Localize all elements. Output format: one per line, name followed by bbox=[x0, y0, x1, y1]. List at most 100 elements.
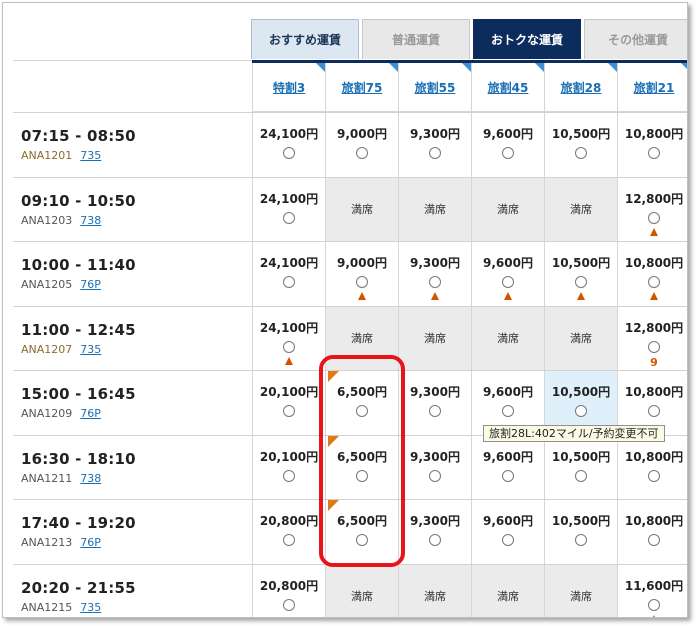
fare-cell[interactable]: 9,300円 bbox=[398, 371, 471, 435]
fare-radio[interactable] bbox=[648, 211, 660, 224]
flight-number: ANA1213 bbox=[21, 536, 73, 549]
fare-radio[interactable] bbox=[356, 147, 368, 159]
fare-cell[interactable]: 12,800円 bbox=[617, 177, 687, 241]
fare-cell[interactable]: 9,600円 bbox=[471, 500, 544, 564]
fare-type-link[interactable]: 旅割75 bbox=[342, 79, 383, 96]
fare-price: 10,800円 bbox=[624, 385, 684, 399]
fare-type-link[interactable]: 旅割55 bbox=[415, 79, 456, 96]
fare-radio[interactable] bbox=[502, 534, 514, 546]
fare-cell[interactable]: 9,300円 bbox=[398, 435, 471, 499]
few-seats-triangle-icon bbox=[650, 227, 658, 236]
fare-cell[interactable]: 9,300円 bbox=[398, 500, 471, 564]
fare-radio[interactable] bbox=[575, 469, 587, 482]
fare-radio[interactable] bbox=[429, 276, 441, 288]
fare-cell[interactable]: 12,800円 9 bbox=[617, 306, 687, 370]
fare-cell[interactable]: 9,600円 bbox=[471, 242, 544, 306]
tab-0[interactable]: おすすめ運賃 bbox=[251, 19, 359, 59]
sold-out-label: 満席 bbox=[497, 203, 519, 217]
fare-cell[interactable]: 10,500円 bbox=[544, 435, 617, 499]
tab-3[interactable]: その他運賃 bbox=[584, 19, 687, 59]
fare-type-link[interactable]: 旅割28 bbox=[561, 79, 602, 96]
fare-radio[interactable] bbox=[648, 147, 660, 159]
fare-radio[interactable] bbox=[648, 534, 660, 546]
fare-radio[interactable] bbox=[648, 469, 660, 482]
fare-radio[interactable] bbox=[429, 405, 441, 417]
flight-info: 10:00 - 11:40 ANA1205 76P bbox=[13, 242, 252, 306]
fare-radio[interactable] bbox=[283, 276, 295, 288]
fare-price: 10,800円 bbox=[624, 127, 684, 141]
sold-out-label: 満席 bbox=[570, 590, 592, 604]
fare-cell-full: 満席 bbox=[398, 306, 471, 370]
few-seats-triangle-icon bbox=[650, 614, 658, 617]
fare-type-link[interactable]: 旅割45 bbox=[488, 79, 529, 96]
fare-cell[interactable]: 20,100円 bbox=[252, 371, 325, 435]
fare-cell[interactable]: 9,600円 bbox=[471, 435, 544, 499]
fare-cell[interactable]: 9,300円 bbox=[398, 242, 471, 306]
fare-radio[interactable] bbox=[502, 469, 514, 482]
fare-cell[interactable]: 10,800円 bbox=[617, 500, 687, 564]
fare-radio[interactable] bbox=[283, 469, 295, 482]
fare-radio[interactable] bbox=[648, 276, 660, 288]
fare-radio[interactable] bbox=[575, 276, 587, 288]
fare-radio[interactable] bbox=[429, 469, 441, 482]
flight-time: 10:00 - 11:40 bbox=[21, 256, 136, 274]
fare-radio[interactable] bbox=[648, 598, 660, 611]
fare-radio[interactable] bbox=[429, 147, 441, 159]
fare-cell[interactable]: 24,100円 bbox=[252, 177, 325, 241]
fare-radio[interactable] bbox=[502, 276, 514, 288]
fare-cell[interactable]: 10,500円 bbox=[544, 113, 617, 177]
fare-cell-full: 満席 bbox=[398, 177, 471, 241]
fare-price: 9,600円 bbox=[483, 449, 533, 464]
fare-radio[interactable] bbox=[283, 598, 295, 611]
fare-cell[interactable]: 24,100円 bbox=[252, 306, 325, 370]
flight-info: 11:00 - 12:45 ANA1207 735 bbox=[13, 307, 252, 371]
fare-cell[interactable]: 10,500円 bbox=[544, 500, 617, 564]
fare-cell[interactable]: 20,100円 bbox=[252, 435, 325, 499]
fare-radio[interactable] bbox=[502, 405, 514, 417]
corner-marker-icon bbox=[389, 63, 398, 72]
tab-2[interactable]: おトクな運賃 bbox=[473, 19, 581, 59]
fare-cell[interactable]: 10,500円 bbox=[544, 242, 617, 306]
fare-type-link[interactable]: 特割3 bbox=[273, 79, 305, 96]
aircraft-type-link[interactable]: 738 bbox=[80, 214, 101, 227]
aircraft-type-link[interactable]: 738 bbox=[80, 472, 101, 485]
fare-radio[interactable] bbox=[648, 340, 660, 353]
aircraft-type-link[interactable]: 76P bbox=[80, 278, 101, 291]
flight-info: 20:20 - 21:55 ANA1215 735 bbox=[13, 565, 252, 618]
fare-cell[interactable]: 10,800円 bbox=[617, 435, 687, 499]
fare-radio[interactable] bbox=[502, 147, 514, 159]
fare-cell[interactable]: 10,800円 bbox=[617, 113, 687, 177]
fare-cell[interactable]: 9,300円 bbox=[398, 113, 471, 177]
fare-radio[interactable] bbox=[283, 211, 295, 224]
fare-price: 10,500円 bbox=[551, 449, 611, 464]
flight-number: ANA1209 bbox=[21, 407, 73, 420]
fare-cell[interactable]: 10,800円 bbox=[617, 242, 687, 306]
fare-radio[interactable] bbox=[283, 534, 295, 546]
fare-cell[interactable]: 9,000円 bbox=[325, 113, 398, 177]
fare-radio[interactable] bbox=[283, 147, 295, 159]
fare-cell[interactable]: 9,000円 bbox=[325, 242, 398, 306]
fare-radio[interactable] bbox=[648, 405, 660, 417]
fare-radio[interactable] bbox=[575, 534, 587, 546]
few-seats-triangle-icon bbox=[577, 292, 585, 300]
fare-radio[interactable] bbox=[429, 534, 441, 546]
fare-cell[interactable]: 20,800円 bbox=[252, 500, 325, 564]
fare-radio[interactable] bbox=[283, 405, 295, 417]
fare-cell[interactable]: 9,600円 bbox=[471, 113, 544, 177]
fare-cell[interactable]: 11,600円 bbox=[617, 564, 687, 617]
fare-radio[interactable] bbox=[283, 340, 295, 353]
aircraft-type-link[interactable]: 735 bbox=[80, 601, 101, 614]
fare-radio[interactable] bbox=[575, 405, 587, 417]
aircraft-type-link[interactable]: 735 bbox=[80, 343, 101, 356]
aircraft-type-link[interactable]: 76P bbox=[80, 536, 101, 549]
fare-radio[interactable] bbox=[575, 147, 587, 159]
fare-cell[interactable]: 24,100円 bbox=[252, 113, 325, 177]
flight-info: 15:00 - 16:45 ANA1209 76P bbox=[13, 371, 252, 435]
fare-radio[interactable] bbox=[356, 276, 368, 288]
fare-type-link[interactable]: 旅割21 bbox=[634, 79, 675, 96]
fare-cell[interactable]: 24,100円 bbox=[252, 242, 325, 306]
aircraft-type-link[interactable]: 735 bbox=[80, 149, 101, 162]
tab-1[interactable]: 普通運賃 bbox=[362, 19, 470, 59]
fare-cell[interactable]: 20,800円 bbox=[252, 564, 325, 617]
aircraft-type-link[interactable]: 76P bbox=[80, 407, 101, 420]
